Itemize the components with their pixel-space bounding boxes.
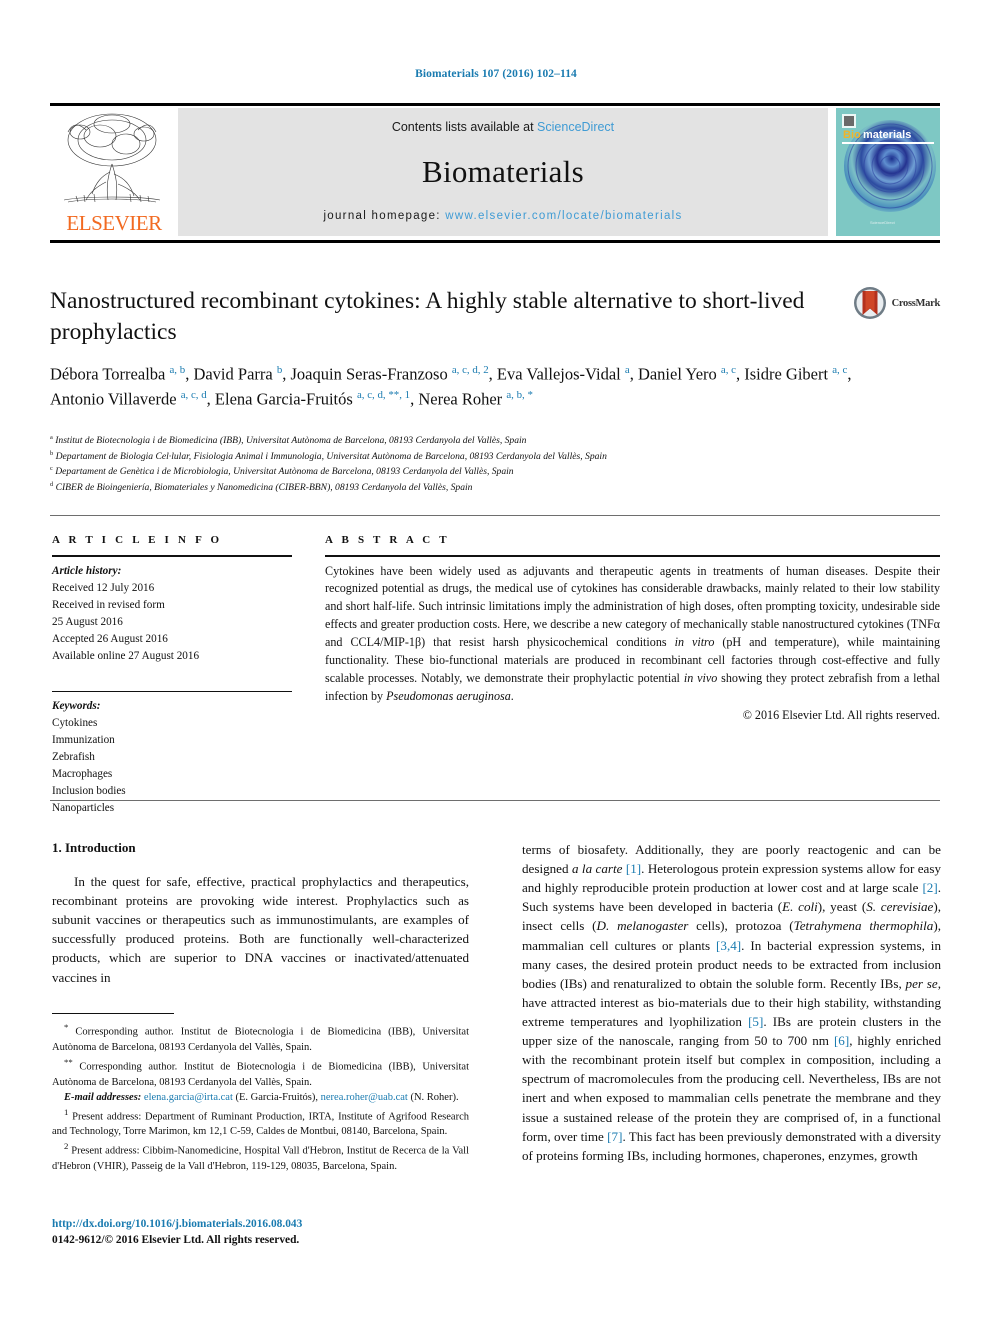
page-title: Nanostructured recombinant cytokines: A … — [50, 288, 805, 346]
article-history-item: Received 12 July 2016 — [52, 581, 155, 594]
keywords-label: Keywords: — [52, 700, 101, 713]
article-history-block: Article history: Received 12 July 2016 Re… — [52, 563, 292, 665]
abstract-heading: A B S T R A C T — [325, 534, 450, 546]
elsevier-tree-icon — [63, 113, 161, 203]
keyword-items: Cytokines Immunization Zebrafish Macrophage… — [52, 715, 292, 817]
footnote-item: ** Corresponding author. Institut de Bio… — [52, 1056, 469, 1088]
footnote-rule — [52, 1013, 174, 1015]
keyword-item: Immunization — [52, 734, 115, 747]
abstract-top-rule — [50, 515, 940, 516]
masthead-center: Contents lists available at ScienceDirec… — [178, 108, 828, 236]
journal-masthead: ELSEVIER Contents lists available at Sci… — [50, 103, 940, 243]
footnote-items: * Corresponding author. Institut de Biot… — [52, 1021, 469, 1174]
keyword-item: Nanoparticles — [52, 802, 115, 815]
article-history-item: Received in revised form — [52, 598, 165, 611]
masthead-top-rule — [50, 103, 940, 106]
masthead-bottom-rule — [50, 240, 940, 243]
crossmark-label: CrossMark — [891, 297, 941, 309]
keyword-item: Macrophages — [52, 768, 113, 781]
affiliation-a: a Institut de Biotecnologia i de Biomedi… — [50, 434, 527, 447]
journal-title: Biomaterials — [421, 154, 584, 189]
homepage-url-link[interactable]: www.elsevier.com/locate/biomaterials — [445, 210, 682, 222]
abstract-copyright: © 2016 Elsevier Ltd. All rights reserved… — [742, 707, 940, 722]
article-history-items: Received 12 July 2016 Received in revised… — [52, 580, 292, 665]
abstract-column: A B S T R A C T Cytokines have been wide… — [325, 534, 940, 723]
cover-artwork: Bio materials ScienceDirect — [836, 108, 940, 236]
article-history-label: Article history: — [52, 564, 122, 577]
affiliation-list: a Institut de Biotecnologia i de Biomedi… — [50, 433, 950, 496]
footnote-block: * Corresponding author. Institut de Biot… — [52, 1013, 469, 1174]
article-info-rule — [52, 555, 292, 557]
affiliation-d: d CIBER de Bioingeniería, Biomateriales … — [50, 481, 473, 494]
intro-paragraph-right: terms of biosafety. Additionally, they a… — [522, 842, 942, 1163]
author-list: Débora Torrealba a, b, David Parra b, Jo… — [50, 364, 852, 409]
footnote-item: E-mail addresses: elena.garcia@irta.cat … — [64, 1092, 459, 1104]
section-heading-introduction: 1. Introduction — [52, 840, 136, 855]
issn-copyright-line: 0142-9612/© 2016 Elsevier Ltd. All right… — [52, 1234, 300, 1247]
running-head: Biomaterials 107 (2016) 102–114 — [415, 68, 577, 80]
affiliation-c: c Departament de Genètica i de Microbiol… — [50, 465, 514, 478]
journal-homepage-line: journal homepage: www.elsevier.com/locat… — [323, 210, 682, 222]
article-history-item: Accepted 26 August 2016 — [52, 632, 168, 645]
sciencedirect-link[interactable]: ScienceDirect — [537, 120, 614, 134]
body-right-column: terms of biosafety. Additionally, they a… — [522, 840, 941, 1165]
footnote-item: 1 Present address: Department of Ruminan… — [52, 1106, 469, 1138]
contents-prefix: Contents lists available at — [391, 120, 538, 134]
svg-text:materials: materials — [863, 129, 911, 141]
body-top-rule — [50, 800, 940, 801]
homepage-prefix: journal homepage: — [323, 210, 446, 222]
elsevier-logo: ELSEVIER — [50, 108, 178, 236]
svg-text:Bio: Bio — [843, 129, 861, 141]
crossmark-badge[interactable]: CrossMark — [853, 286, 940, 320]
keyword-item: Inclusion bodies — [52, 785, 126, 798]
svg-text:ScienceDirect: ScienceDirect — [870, 220, 896, 225]
elsevier-wordmark: ELSEVIER — [66, 211, 162, 235]
article-history-item: 25 August 2016 — [52, 615, 123, 628]
keyword-item: Cytokines — [52, 717, 98, 730]
article-info-heading: A R T I C L E I N F O — [52, 534, 223, 546]
contents-list-line: Contents lists available at ScienceDirec… — [392, 120, 614, 134]
keyword-item: Zebrafish — [52, 751, 95, 764]
article-info-column: A R T I C L E I N F O Article history: R… — [52, 534, 292, 817]
article-history-item: Available online 27 August 2016 — [52, 649, 200, 662]
doi-block: http://dx.doi.org/10.1016/j.biomaterials… — [52, 1216, 482, 1248]
affiliation-b: b Departament de Biologia Cel·lular, Fis… — [50, 449, 607, 462]
title-area: Nanostructured recombinant cytokines: A … — [50, 286, 940, 348]
footnote-item: * Corresponding author. Institut de Biot… — [52, 1022, 469, 1054]
abstract-rule — [325, 555, 940, 557]
journal-article-page: Biomaterials 107 (2016) 102–114 ELSEVIER… — [0, 0, 992, 1323]
doi-link[interactable]: http://dx.doi.org/10.1016/j.biomaterials… — [52, 1216, 482, 1232]
body-left-column: 1. Introduction In the quest for safe, e… — [52, 840, 469, 987]
intro-paragraph-left: In the quest for safe, effective, practi… — [52, 874, 469, 985]
crossmark-icon — [853, 287, 886, 319]
keywords-rule — [52, 690, 292, 693]
journal-cover-thumbnail: Bio materials ScienceDirect — [836, 108, 940, 236]
footnote-item: 2 Present address: Cibbim-Nanomedicine, … — [52, 1140, 469, 1172]
abstract-text: Cytokines have been widely used as adjuv… — [325, 563, 941, 703]
